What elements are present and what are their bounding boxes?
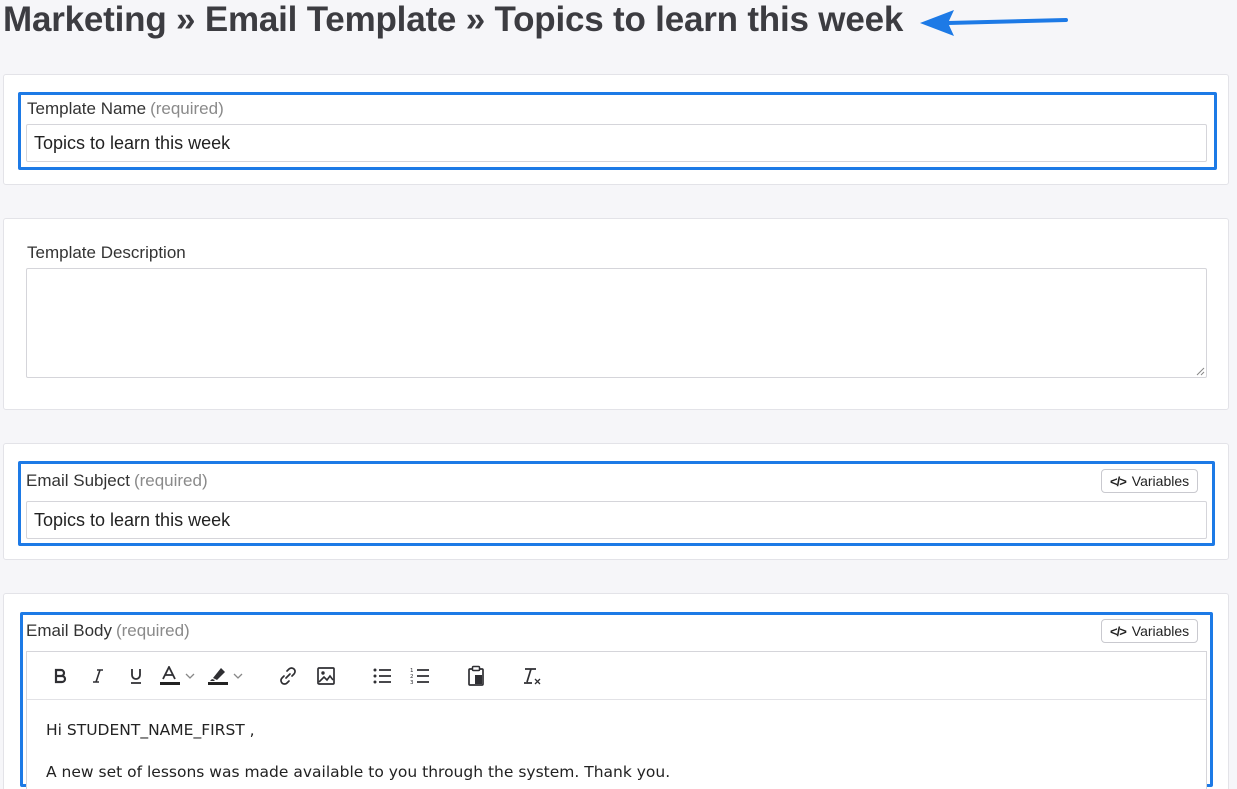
underline-icon[interactable]	[121, 661, 151, 691]
title-row: Marketing » Email Template » Topics to l…	[3, 0, 903, 41]
email-body-editor: 123 Hi STUDENT_NAME_FIRST , A new set of…	[26, 651, 1207, 789]
page-title: Marketing » Email Template » Topics to l…	[3, 0, 904, 39]
subject-variables-button[interactable]: </> Variables	[1101, 469, 1199, 493]
paste-icon[interactable]	[461, 661, 491, 691]
body-line-message: A new set of lessons was made available …	[46, 763, 671, 781]
italic-icon[interactable]	[83, 661, 113, 691]
numbered-list-icon[interactable]: 123	[405, 661, 435, 691]
code-icon: </>	[1110, 473, 1127, 489]
chevron-down-icon[interactable]	[233, 672, 243, 680]
image-icon[interactable]	[311, 661, 341, 691]
email-subject-card: Email Subject (required) </> Variables To…	[3, 443, 1229, 560]
email-subject-input[interactable]: Topics to learn this week	[26, 501, 1207, 539]
template-description-label: Template Description	[27, 243, 186, 262]
svg-text:3: 3	[410, 680, 414, 685]
body-variables-button[interactable]: </> Variables	[1101, 619, 1199, 643]
bold-icon[interactable]	[45, 661, 75, 691]
annotation-arrow-icon	[920, 10, 1068, 36]
template-name-input[interactable]: Topics to learn this week	[26, 124, 1207, 162]
template-description-card: Template Description	[3, 218, 1229, 410]
template-name-card: Template Name (required) Topics to learn …	[3, 74, 1229, 185]
page: Marketing » Email Template » Topics to l…	[0, 0, 1237, 789]
highlight-color-icon[interactable]	[207, 661, 251, 691]
code-icon: </>	[1110, 623, 1127, 639]
body-line-greeting: Hi STUDENT_NAME_FIRST ,	[46, 721, 255, 739]
template-name-label: Template Name (required)	[27, 99, 224, 118]
chevron-down-icon[interactable]	[185, 672, 195, 680]
template-description-textarea[interactable]	[26, 268, 1207, 378]
email-subject-label: Email Subject (required)	[26, 471, 208, 490]
resize-grip-icon[interactable]	[1195, 366, 1205, 376]
editor-toolbar: 123	[27, 652, 1206, 700]
clear-formatting-icon[interactable]	[517, 661, 547, 691]
email-body-card: Email Body (required) </> Variables 1 2 …	[3, 593, 1229, 789]
text-color-icon[interactable]	[159, 661, 203, 691]
email-body-content[interactable]: Hi STUDENT_NAME_FIRST , A new set of les…	[27, 700, 1206, 783]
link-icon[interactable]	[273, 661, 303, 691]
bulleted-list-icon[interactable]	[367, 661, 397, 691]
email-body-label: Email Body (required)	[26, 621, 190, 640]
